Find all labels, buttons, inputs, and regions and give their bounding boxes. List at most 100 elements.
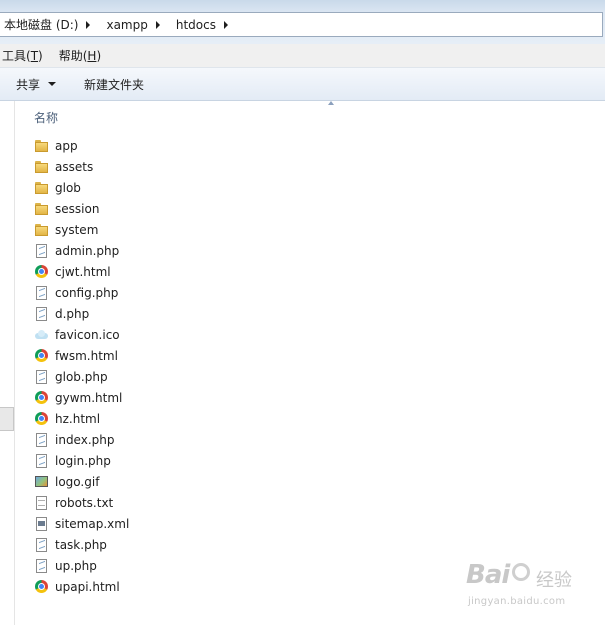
chrome-html-icon [34, 579, 49, 594]
breadcrumb-label: 本地磁盘 (D:) [4, 18, 79, 32]
chrome-html-icon [34, 411, 49, 426]
breadcrumb-item-xampp[interactable]: xampp [102, 13, 171, 36]
list-item[interactable]: cjwt.html [34, 261, 594, 282]
menu-bar: 工具(T) 帮助(H) [0, 44, 605, 68]
list-item-name: session [55, 201, 100, 216]
list-item-name: system [55, 222, 99, 237]
list-item[interactable]: task.php [34, 534, 594, 555]
address-bar[interactable]: 本地磁盘 (D:) xampp htdocs [0, 12, 603, 37]
menu-help[interactable]: 帮助(H) [57, 47, 109, 64]
gif-image-icon [34, 474, 49, 489]
list-item-name: sitemap.xml [55, 516, 130, 531]
list-item-name: config.php [55, 285, 119, 300]
list-item-name: favicon.ico [55, 327, 120, 342]
list-item-name: task.php [55, 537, 107, 552]
breadcrumb-item-drive[interactable]: 本地磁盘 (D:) [0, 13, 102, 36]
list-item[interactable]: admin.php [34, 240, 594, 261]
folder-icon [34, 159, 49, 174]
menu-accesskey: T [30, 49, 39, 63]
list-item-name: login.php [55, 453, 111, 468]
list-item[interactable]: robots.txt [34, 492, 594, 513]
new-folder-button[interactable]: 新建文件夹 [68, 68, 156, 100]
folder-icon [34, 180, 49, 195]
command-toolbar: 共享 新建文件夹 [0, 68, 605, 101]
chevron-right-icon[interactable] [155, 20, 160, 29]
chrome-html-icon [34, 348, 49, 363]
navigation-pane[interactable] [0, 101, 15, 625]
breadcrumb-label: htdocs [175, 17, 216, 32]
list-item[interactable]: gywm.html [34, 387, 594, 408]
list-item[interactable]: app [34, 135, 594, 156]
list-item-name: fwsm.html [55, 348, 118, 363]
sort-ascending-icon [328, 101, 334, 105]
column-header-label: 名称 [34, 110, 59, 125]
php-file-icon [34, 285, 49, 300]
paw-icon [512, 563, 530, 581]
chrome-html-icon [34, 264, 49, 279]
new-folder-label: 新建文件夹 [84, 77, 145, 92]
watermark-cn: 经验 [536, 570, 572, 591]
list-item-name: glob [55, 180, 81, 195]
list-item[interactable]: session [34, 198, 594, 219]
share-button[interactable]: 共享 [0, 68, 68, 100]
list-item[interactable]: config.php [34, 282, 594, 303]
php-file-icon [34, 537, 49, 552]
chevron-down-icon [48, 82, 57, 86]
xml-file-icon [34, 516, 49, 531]
list-item-name: assets [55, 159, 94, 174]
list-item[interactable]: fwsm.html [34, 345, 594, 366]
list-item[interactable]: assets [34, 156, 594, 177]
folder-icon [34, 222, 49, 237]
chevron-right-icon[interactable] [86, 20, 91, 29]
chevron-right-icon[interactable] [223, 20, 228, 29]
menu-label: 帮助( [58, 49, 88, 63]
share-label: 共享 [16, 77, 41, 92]
php-file-icon [34, 369, 49, 384]
menu-label: 工具( [2, 49, 31, 63]
list-item-name: d.php [55, 306, 90, 321]
list-item[interactable]: glob.php [34, 366, 594, 387]
baidu-jingyan-watermark: Bai 经验 jingyan.baidu.com [466, 560, 598, 612]
list-item-name: index.php [55, 432, 115, 447]
list-item[interactable]: hz.html [34, 408, 594, 429]
list-item[interactable]: glob [34, 177, 594, 198]
list-item[interactable]: index.php [34, 429, 594, 450]
list-item-name: admin.php [55, 243, 120, 258]
php-file-icon [34, 558, 49, 573]
watermark-brand: Bai [466, 560, 510, 590]
list-item[interactable]: login.php [34, 450, 594, 471]
list-item-name: cjwt.html [55, 264, 111, 279]
php-file-icon [34, 453, 49, 468]
menu-label: ) [96, 49, 102, 63]
list-item-name: upapi.html [55, 579, 120, 594]
list-item-name: hz.html [55, 411, 101, 426]
breadcrumb-label: xampp [106, 17, 148, 32]
breadcrumb-item-htdocs[interactable]: htdocs [172, 13, 240, 36]
php-file-icon [34, 243, 49, 258]
menu-tools[interactable]: 工具(T) [0, 47, 51, 64]
column-header-name[interactable]: 名称 [34, 101, 594, 128]
folder-icon [34, 201, 49, 216]
list-item[interactable]: favicon.ico [34, 324, 594, 345]
ico-file-icon [34, 327, 49, 342]
list-item-name: app [55, 138, 78, 153]
file-list: app assets glob session system admin.php cjwt.… [34, 135, 594, 597]
list-item[interactable]: logo.gif [34, 471, 594, 492]
navigation-scrollbar-thumb[interactable] [0, 407, 14, 431]
list-item-name: gywm.html [55, 390, 123, 405]
list-item-name: robots.txt [55, 495, 114, 510]
watermark-url: jingyan.baidu.com [468, 596, 566, 607]
text-file-icon [34, 495, 49, 510]
folder-icon [34, 138, 49, 153]
list-item-name: up.php [55, 558, 97, 573]
list-item-name: logo.gif [55, 474, 100, 489]
address-bar-area: 本地磁盘 (D:) xampp htdocs [0, 0, 605, 44]
php-file-icon [34, 306, 49, 321]
menu-label: ) [38, 49, 43, 63]
list-item[interactable]: system [34, 219, 594, 240]
php-file-icon [34, 432, 49, 447]
list-item-name: glob.php [55, 369, 108, 384]
chrome-html-icon [34, 390, 49, 405]
list-item[interactable]: sitemap.xml [34, 513, 594, 534]
list-item[interactable]: d.php [34, 303, 594, 324]
